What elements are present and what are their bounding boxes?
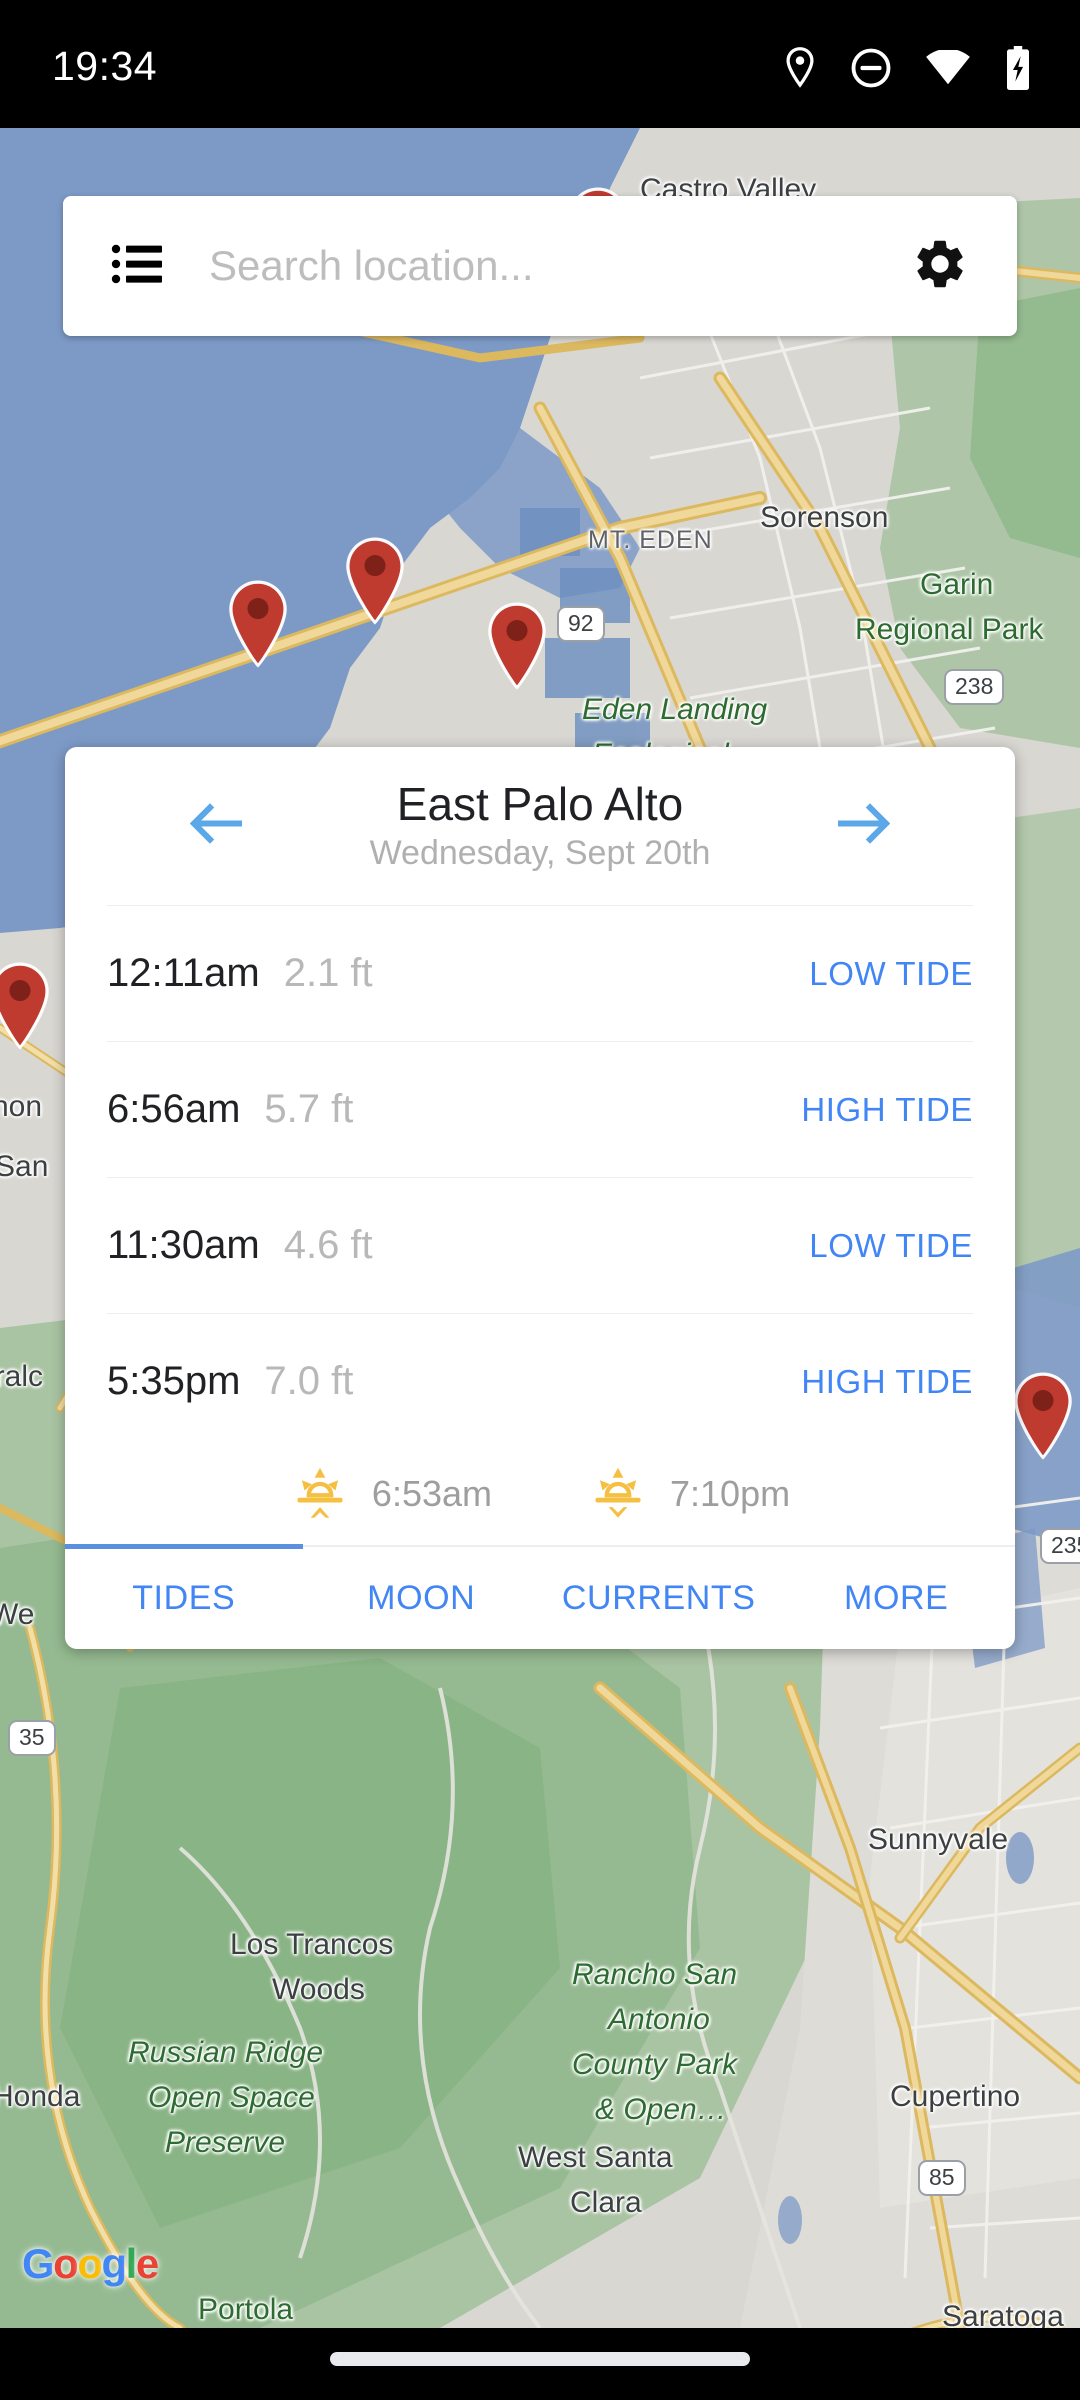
- tide-row[interactable]: 11:30am 4.6 ft LOW TIDE: [107, 1177, 973, 1313]
- map-pin-icon: [229, 580, 287, 668]
- arrow-left-icon: [189, 803, 242, 844]
- gear-icon[interactable]: [911, 235, 969, 298]
- list-menu-icon-glyph: [111, 244, 162, 283]
- arrow-right-icon: [838, 803, 891, 844]
- map-pin[interactable]: [1010, 1370, 1076, 1467]
- tide-type-badge: LOW TIDE: [809, 1226, 973, 1264]
- status-clock: 19:34: [52, 43, 158, 89]
- map-pin[interactable]: [484, 600, 550, 697]
- card-date-subtitle: Wednesday, Sept 20th: [369, 834, 711, 873]
- sunset-item: 7:10pm: [588, 1464, 790, 1524]
- navigation-gesture-bar[interactable]: [0, 2328, 1080, 2400]
- highway-shield: 238: [944, 669, 1005, 705]
- battery-charging-icon: [1004, 46, 1032, 95]
- tide-height: 5.7 ft: [264, 1087, 354, 1131]
- location-pin-icon-glyph: [786, 47, 814, 88]
- highway-shield: 92: [557, 606, 605, 642]
- tab-moon[interactable]: MOON: [303, 1579, 541, 1618]
- tide-time: 12:11am: [107, 951, 260, 995]
- tide-time: 5:35pm: [107, 1359, 241, 1403]
- active-tab-indicator: [65, 1544, 303, 1549]
- tide-list: 12:11am 2.1 ft LOW TIDE 6:56am 5.7 ft HIGH TI…: [65, 905, 1015, 1449]
- tide-type-badge: HIGH TIDE: [801, 1090, 973, 1128]
- status-bar: 19:34: [0, 0, 1080, 128]
- map-pin-icon: [0, 962, 49, 1050]
- tide-type-badge: LOW TIDE: [809, 954, 973, 992]
- sunset-time: 7:10pm: [670, 1473, 791, 1514]
- highway-shield: 85: [918, 2160, 966, 2196]
- battery-charging-icon-glyph: [1007, 46, 1029, 90]
- card-tab-bar: TIDES MOON CURRENTS MORE: [65, 1544, 1016, 1649]
- home-gesture-pill[interactable]: [330, 2352, 750, 2366]
- map-pin-icon: [1014, 1372, 1072, 1460]
- list-menu-icon[interactable]: [111, 243, 163, 290]
- wifi-icon: [925, 48, 971, 91]
- map-pin[interactable]: [0, 960, 53, 1057]
- map-pin[interactable]: [225, 578, 291, 675]
- card-titles: East Palo Alto Wednesday, Sept 20th: [369, 777, 711, 874]
- tide-row[interactable]: 6:56am 5.7 ft HIGH TIDE: [107, 1041, 973, 1177]
- previous-day-button[interactable]: [180, 794, 254, 859]
- tab-currents[interactable]: CURRENTS: [540, 1579, 778, 1618]
- gear-icon-glyph: [917, 240, 963, 287]
- status-icons: [783, 46, 1032, 95]
- search-bar[interactable]: [63, 196, 1017, 336]
- map-pin-icon: [346, 537, 404, 625]
- location-pin-icon: [783, 46, 817, 95]
- tab-more[interactable]: MORE: [778, 1579, 1016, 1618]
- highway-shield: 35: [8, 1720, 56, 1756]
- highway-shield: 235: [1040, 1528, 1080, 1564]
- tide-type-badge: HIGH TIDE: [801, 1362, 973, 1400]
- tide-row[interactable]: 12:11am 2.1 ft LOW TIDE: [107, 905, 973, 1041]
- sunrise-icon: [297, 1467, 343, 1518]
- tide-time: 6:56am: [107, 1087, 241, 1131]
- tide-info-card: East Palo Alto Wednesday, Sept 20th 12:1…: [65, 747, 1015, 1649]
- tide-row[interactable]: 5:35pm 7.0 ft HIGH TIDE: [107, 1313, 973, 1449]
- map-pin[interactable]: [342, 535, 408, 632]
- page-title: East Palo Alto: [396, 777, 684, 830]
- tab-tides[interactable]: TIDES: [65, 1579, 303, 1618]
- sun-times-row: 6:53am 7:10pm: [65, 1449, 1015, 1545]
- google-attribution-logo: Google: [22, 2240, 159, 2287]
- search-input[interactable]: [209, 242, 911, 290]
- next-day-button[interactable]: [826, 794, 900, 859]
- phone-screen: Castro Valley MT. EDEN Sorenson Garin Region…: [0, 0, 1080, 2400]
- tide-height: 7.0 ft: [264, 1359, 354, 1403]
- sunrise-time: 6:53am: [371, 1473, 492, 1514]
- sunrise-item: 6:53am: [290, 1464, 492, 1524]
- do-not-disturb-icon-glyph: [851, 48, 891, 88]
- tide-time: 11:30am: [107, 1223, 260, 1267]
- tide-height: 4.6 ft: [283, 1223, 373, 1267]
- tide-height: 2.1 ft: [283, 951, 373, 995]
- map-pin-icon: [488, 602, 546, 690]
- do-not-disturb-icon: [850, 47, 892, 94]
- wifi-icon-glyph: [926, 48, 970, 85]
- sunset-icon: [595, 1467, 641, 1518]
- card-header: East Palo Alto Wednesday, Sept 20th: [65, 747, 1015, 905]
